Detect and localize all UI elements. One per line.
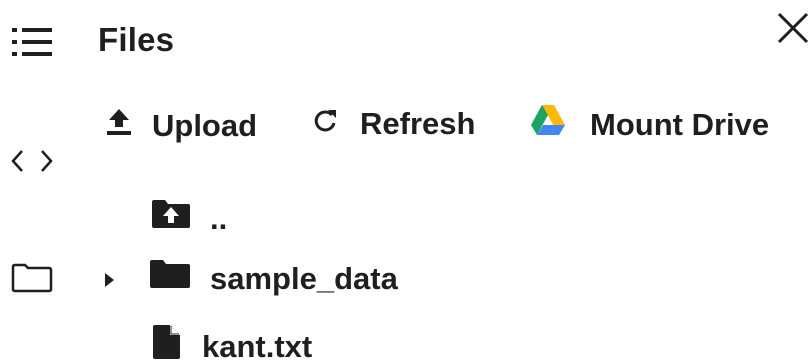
code-icon[interactable]: [10, 148, 56, 174]
file-icon: [150, 324, 184, 364]
refresh-button[interactable]: Refresh: [312, 104, 475, 144]
mount-drive-label: Mount Drive: [590, 107, 770, 142]
google-drive-icon: [530, 104, 566, 146]
folder-outline-icon[interactable]: [10, 262, 54, 294]
panel-title: Files: [98, 21, 175, 58]
folder-up-icon: [150, 198, 192, 240]
tree-item-parent[interactable]: ..: [150, 198, 227, 240]
caret-right-icon[interactable]: [100, 259, 118, 299]
upload-label: Upload: [152, 108, 258, 143]
upload-icon: [106, 106, 132, 146]
refresh-label: Refresh: [360, 106, 476, 141]
files-panel: Files Upload Refresh Mount Drive .. samp…: [0, 0, 810, 364]
tree-item-folder[interactable]: sample_data: [100, 258, 398, 300]
tree-item-label: ..: [210, 201, 228, 236]
mount-drive-button[interactable]: Mount Drive: [530, 104, 769, 146]
close-icon[interactable]: [776, 10, 810, 46]
tree-item-file[interactable]: kant.txt: [150, 324, 312, 364]
tree-item-label: kant.txt: [202, 329, 313, 364]
menu-list-icon[interactable]: [12, 27, 54, 57]
folder-icon: [148, 258, 192, 300]
tree-item-label: sample_data: [210, 261, 398, 296]
refresh-icon: [312, 104, 338, 144]
upload-button[interactable]: Upload: [106, 106, 257, 146]
